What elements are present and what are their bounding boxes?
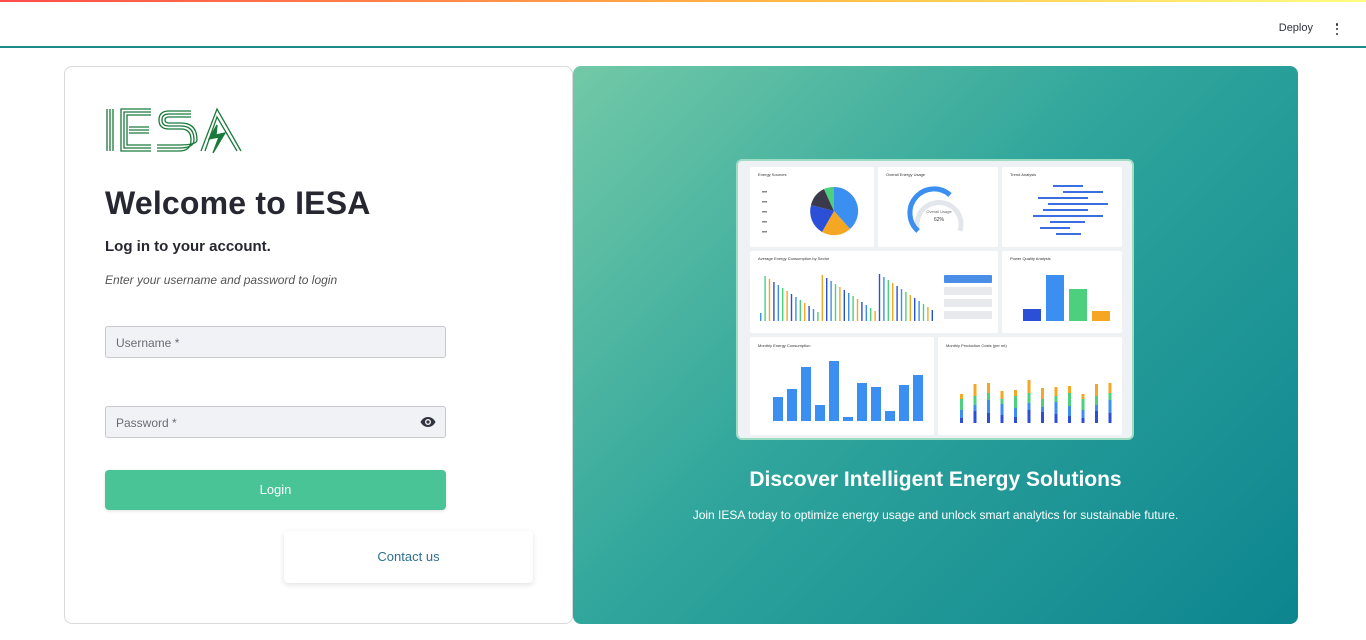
- login-card: Welcome to IESA Log in to your account. …: [64, 66, 573, 624]
- promo-title: Discover Intelligent Energy Solutions: [749, 468, 1122, 491]
- gauge-value: 62%: [934, 217, 945, 223]
- panel-title: Trend Analysis: [1010, 172, 1036, 177]
- panel-title: Average Energy Consumption by Sector: [758, 256, 830, 261]
- dashboard-preview-image: Energy Sources Overall Energy Usage Tren…: [736, 159, 1134, 440]
- promo-text: Join IESA today to optimize energy usage…: [692, 508, 1179, 522]
- page-title: Welcome to IESA: [105, 185, 371, 221]
- password-input[interactable]: Password *: [105, 406, 446, 438]
- panel-title: Energy Sources: [758, 172, 786, 177]
- panel-title: Monthly Energy Consumption: [758, 343, 810, 348]
- show-password-icon[interactable]: [420, 416, 436, 428]
- panel-title: Overall Energy Usage: [886, 172, 926, 177]
- username-placeholder: Username *: [116, 336, 180, 350]
- panel-title: Monthly Production Costs (per mt): [946, 343, 1007, 348]
- main-menu-icon[interactable]: [1334, 23, 1340, 35]
- username-input[interactable]: Username *: [105, 326, 446, 358]
- dashboard-preview-graphic: Energy Sources Overall Energy Usage Tren…: [750, 167, 1122, 435]
- header-divider: [0, 46, 1366, 48]
- password-placeholder: Password *: [116, 416, 177, 430]
- iesa-logo: [106, 107, 242, 153]
- app-header: Deploy: [0, 2, 1366, 46]
- promo-panel: Energy Sources Overall Energy Usage Tren…: [573, 66, 1298, 624]
- login-button[interactable]: Login: [105, 470, 446, 510]
- login-subtitle: Log in to your account.: [105, 238, 271, 255]
- login-hint: Enter your username and password to logi…: [105, 273, 338, 287]
- panel-title: Power Quality Analysis: [1010, 256, 1051, 261]
- contact-us-button[interactable]: Contact us: [284, 531, 533, 583]
- deploy-button[interactable]: Deploy: [1279, 22, 1313, 34]
- gauge-label: Overall Usage: [926, 209, 952, 214]
